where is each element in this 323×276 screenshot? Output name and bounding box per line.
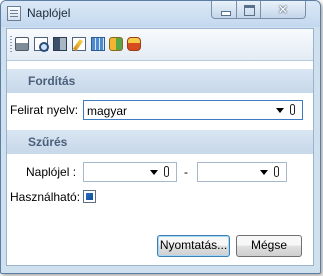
export-icon[interactable] (53, 37, 67, 51)
app-icon (7, 6, 21, 21)
caption-language-value: magyar (87, 104, 128, 118)
section-header-filter: Szűrés (7, 130, 313, 154)
calculator-icon[interactable] (91, 37, 105, 51)
caption-language-label: Felirat nyelv: (10, 103, 79, 117)
dialog-client-area: Fordítás Felirat nyelv: magyar Szűrés Na… (6, 28, 314, 266)
section-title-filter: Szűrés (28, 135, 68, 149)
database-refresh-icon[interactable] (127, 37, 141, 51)
database-icon[interactable] (109, 37, 123, 51)
chevron-down-icon[interactable] (150, 170, 158, 175)
usable-label: Használható: (10, 190, 81, 204)
paperclip-icon[interactable] (290, 104, 295, 115)
section-header-translation: Fordítás (7, 69, 313, 93)
log-code-to-select[interactable] (197, 162, 287, 182)
section-title-translation: Fordítás (28, 74, 76, 88)
toolbar (7, 29, 313, 61)
print-preview-icon[interactable] (34, 37, 49, 52)
paperclip-icon[interactable] (274, 166, 279, 177)
print-icon[interactable] (15, 37, 29, 51)
range-separator: - (184, 165, 188, 179)
edit-icon[interactable] (72, 37, 86, 51)
cancel-button[interactable]: Mégse (236, 235, 302, 257)
caption-language-select[interactable]: magyar (83, 100, 303, 120)
dialog-window: Naplójel ✕ Fordítás Felirat nyelv: magya… (0, 0, 321, 274)
maximize-button[interactable] (236, 1, 261, 19)
print-button[interactable]: Nyomtatás... (157, 235, 230, 257)
close-icon: ✕ (277, 2, 289, 17)
log-code-from-select[interactable] (83, 162, 177, 182)
toolbar-grip[interactable] (10, 36, 12, 53)
paperclip-icon[interactable] (164, 166, 169, 177)
chevron-down-icon[interactable] (260, 170, 268, 175)
close-button[interactable]: ✕ (260, 1, 306, 19)
minimize-button[interactable] (211, 1, 237, 19)
log-code-label: Naplójel : (26, 165, 77, 179)
window-title: Naplójel (27, 6, 71, 20)
chevron-down-icon[interactable] (276, 108, 284, 113)
title-bar[interactable]: Naplójel ✕ (1, 1, 320, 27)
usable-checkbox[interactable] (83, 190, 96, 203)
